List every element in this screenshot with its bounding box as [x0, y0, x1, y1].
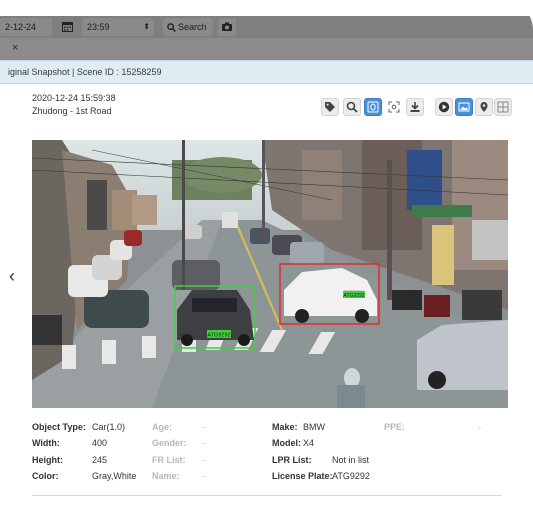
tag-button[interactable]: [321, 98, 339, 116]
previous-arrow-icon[interactable]: ‹: [9, 266, 15, 287]
model-label: Model:: [272, 438, 301, 448]
calendar-icon[interactable]: [62, 21, 73, 32]
time-value: 23:59: [87, 22, 110, 32]
street-scene: ATG9292 ATG9292: [32, 140, 508, 408]
license-plate-value: ATG9292: [332, 471, 370, 481]
object-type-value: Car(1.0): [92, 422, 126, 432]
name-label: Name:: [152, 471, 180, 481]
image-icon: [458, 102, 470, 112]
snapshot-window: 2-12-24 23:59 ⬍ Search × iginal Snapshot…: [0, 0, 533, 518]
ppe-value: -: [478, 422, 481, 432]
snapshot-timestamp: 2020-12-24 15:59:38: [32, 93, 116, 103]
close-icon[interactable]: ×: [12, 42, 18, 54]
focus-icon: [388, 101, 400, 113]
age-value: -: [202, 422, 205, 432]
object-details: Object Type: Car(1.0) Width: 400 Height:…: [0, 418, 533, 488]
plate-label-red: ATG9292: [343, 293, 364, 299]
tag-icon: [325, 102, 335, 112]
layout-button[interactable]: [494, 98, 512, 116]
date-input[interactable]: 2-12-24: [0, 18, 52, 36]
scene-image: ATG9292 ATG9292: [32, 140, 508, 408]
width-value: 400: [92, 438, 108, 448]
plate-label-green: ATG9292: [207, 333, 230, 339]
time-spinner-icon[interactable]: ⬍: [143, 18, 150, 36]
download-icon: [410, 102, 420, 112]
camera-icon: [222, 22, 232, 31]
object-type-label: Object Type:: [32, 422, 86, 432]
time-input[interactable]: 23:59 ⬍: [82, 18, 154, 36]
face-button[interactable]: [364, 98, 382, 116]
download-button[interactable]: [406, 98, 424, 116]
ppe-label: PPE:: [384, 422, 406, 432]
make-label: Make:: [272, 422, 298, 432]
color-value: Gray,White: [92, 471, 137, 481]
search-image-button[interactable]: [343, 98, 361, 116]
fr-list-label: FR List:: [152, 455, 186, 465]
search-icon: [346, 101, 358, 113]
model-value: X4: [303, 438, 315, 448]
license-plate-label: License Plate:: [272, 471, 333, 481]
fr-list-value: -: [202, 455, 205, 465]
window-title: iginal Snapshot | Scene ID : 15258259: [0, 60, 533, 84]
gender-value: -: [202, 438, 205, 448]
age-label: Age:: [152, 422, 172, 432]
search-button-label: Search: [178, 22, 207, 32]
focus-button[interactable]: [385, 98, 403, 116]
lpr-list-label: LPR List:: [272, 455, 312, 465]
width-label: Width:: [32, 438, 60, 448]
face-icon: [367, 101, 379, 113]
location-pin-icon: [480, 102, 488, 112]
name-value: -: [202, 471, 205, 481]
play-icon: [438, 101, 450, 113]
grid-icon: [497, 101, 509, 113]
search-icon: [167, 23, 176, 32]
play-button[interactable]: [435, 98, 453, 116]
search-button[interactable]: Search: [163, 18, 213, 36]
height-value: 245: [92, 455, 108, 465]
height-label: Height:: [32, 455, 63, 465]
snapshot-button[interactable]: [218, 18, 236, 36]
divider: [32, 495, 502, 496]
location-button[interactable]: [475, 98, 493, 116]
color-label: Color:: [32, 471, 59, 481]
lpr-list-value: Not in list: [332, 455, 370, 465]
snapshot-location: Zhudong - 1st Road: [32, 106, 112, 116]
tab-strip: ×: [0, 38, 533, 60]
search-toolbar: 2-12-24 23:59 ⬍ Search: [0, 16, 533, 38]
make-value: BMW: [303, 422, 325, 432]
image-button[interactable]: [455, 98, 473, 116]
gender-label: Gender:: [152, 438, 187, 448]
